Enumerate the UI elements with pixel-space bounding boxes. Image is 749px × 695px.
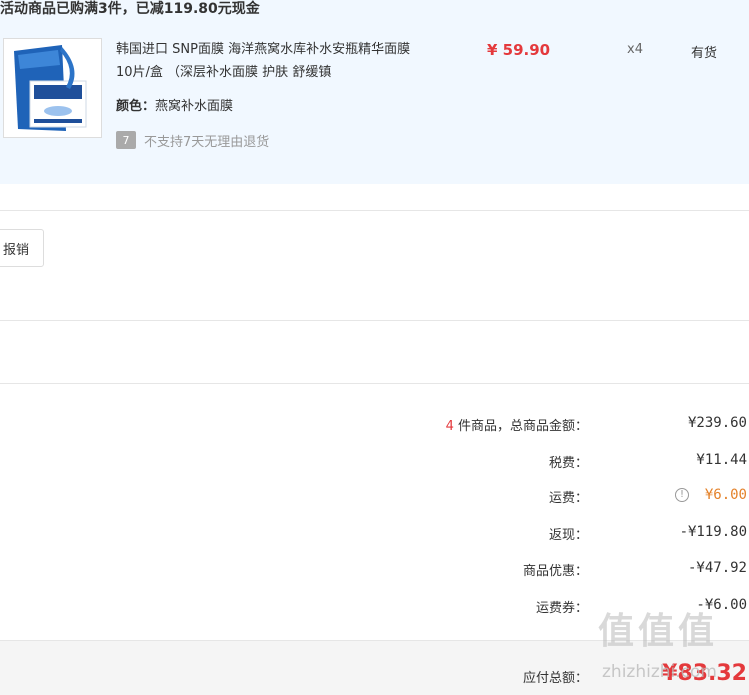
tax-value: ¥11.44 bbox=[696, 452, 747, 468]
product-name[interactable]: 韩国进口 SNP面膜 海洋燕窝水库补水安瓶精华面膜10片/盒 （深层补水面膜 护… bbox=[116, 38, 416, 84]
divider bbox=[0, 383, 749, 384]
coupon-label: 运费券： bbox=[535, 601, 588, 616]
summary-row-items: 4 件商品，总商品金额： ¥239.60 bbox=[0, 415, 749, 435]
product-thumbnail[interactable] bbox=[3, 38, 102, 138]
freight-label: 运费： bbox=[548, 491, 588, 506]
attribute-key: 颜色： bbox=[116, 99, 156, 114]
watermark-char: 值 bbox=[638, 611, 675, 652]
divider bbox=[0, 320, 749, 321]
watermark-char: 值 bbox=[678, 611, 715, 652]
return-policy-text: 不支持7天无理由退货 bbox=[144, 134, 270, 150]
promo-block: 活动商品已购满3件，已减119.80元现金 韩国进口 SNP面膜 海洋燕窝水库补… bbox=[0, 0, 749, 184]
items-count: 4 bbox=[445, 419, 454, 434]
summary-row-cashback: 返现： -¥119.80 bbox=[0, 524, 749, 544]
product-quantity: x4 bbox=[627, 42, 643, 57]
return-policy: 7 不支持7天无理由退货 bbox=[116, 130, 269, 150]
stock-status: 有货 bbox=[691, 46, 718, 61]
no-return-icon: 7 bbox=[116, 131, 136, 149]
product-price: ¥ 59.90 bbox=[487, 41, 551, 59]
watermark-url: zhizhizhi.com bbox=[602, 662, 717, 682]
freight-value: ¥6.00 bbox=[704, 487, 747, 503]
product-attribute: 颜色：燕窝补水面膜 bbox=[116, 97, 233, 117]
cashback-value: -¥119.80 bbox=[679, 524, 747, 540]
summary-row-tax: 税费： ¥11.44 bbox=[0, 452, 749, 472]
discount-label: 商品优惠： bbox=[522, 564, 588, 579]
tax-label: 税费： bbox=[548, 456, 588, 471]
summary-row-freight: 运费： ! ¥6.00 bbox=[0, 487, 749, 507]
promo-title: 活动商品已购满3件，已减119.80元现金 bbox=[0, 1, 260, 17]
items-label: 4 件商品，总商品金额： bbox=[446, 415, 588, 434]
watermark-logo: 值 值 值 bbox=[598, 612, 714, 652]
divider bbox=[0, 210, 749, 211]
product-image-icon bbox=[4, 39, 101, 137]
cashback-label: 返现： bbox=[548, 528, 588, 543]
reimburse-button[interactable]: 报销 bbox=[0, 229, 44, 267]
items-value: ¥239.60 bbox=[687, 415, 747, 431]
items-label-text: 件商品，总商品金额： bbox=[453, 419, 588, 434]
attribute-value: 燕窝补水面膜 bbox=[155, 99, 234, 114]
summary-row-discount: 商品优惠： -¥47.92 bbox=[0, 560, 749, 580]
discount-value: -¥47.92 bbox=[687, 560, 747, 576]
info-icon[interactable]: ! bbox=[675, 488, 689, 502]
watermark-char: 值 bbox=[598, 611, 635, 652]
total-label: 应付总额： bbox=[522, 671, 588, 686]
